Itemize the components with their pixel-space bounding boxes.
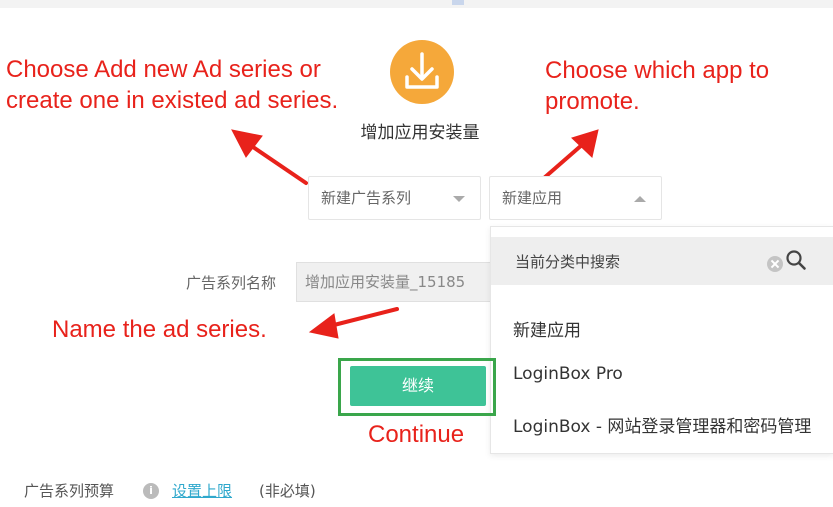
annotation-continue: Continue — [368, 421, 465, 448]
continue-button[interactable]: 继续 — [350, 366, 486, 406]
app-select-value: 新建应用 — [502, 189, 563, 207]
app-dropdown-panel: 当前分类中搜索 新建应用 LoginBox Pro LoginBox - 网站登… — [490, 226, 833, 454]
ad-series-name-label: 广告系列名称 — [186, 274, 277, 292]
optional-note: (非必填) — [259, 482, 316, 500]
annotation-name-series: Name the ad series. — [52, 316, 267, 343]
ad-series-name-input[interactable]: 增加应用安装量_15185 — [296, 262, 496, 302]
budget-label: 广告系列预算 — [24, 482, 115, 500]
ad-series-select[interactable]: 新建广告系列 — [308, 176, 481, 220]
ad-series-select-value: 新建广告系列 — [321, 189, 412, 207]
clear-icon[interactable] — [767, 256, 783, 272]
dropdown-option[interactable]: LoginBox Pro — [513, 364, 623, 384]
dropdown-option[interactable]: LoginBox - 网站登录管理器和密码管理 — [513, 412, 811, 437]
search-icon[interactable] — [785, 249, 807, 271]
annotation-line: promote. — [545, 88, 640, 115]
info-icon[interactable]: i — [143, 483, 159, 499]
set-limit-link[interactable]: 设置上限 — [172, 480, 232, 501]
app-select[interactable]: 新建应用 — [489, 176, 662, 220]
arrow-to-app-select — [542, 142, 585, 180]
annotation-line: Choose which app to — [545, 57, 770, 84]
annotation-line: Choose Add new Ad series or — [6, 56, 321, 83]
chevron-up-icon — [634, 196, 646, 202]
goal-title: 增加应用安装量 — [360, 123, 480, 143]
dropdown-search-input[interactable]: 当前分类中搜索 — [515, 251, 620, 272]
arrow-to-name-field — [328, 307, 399, 328]
download-icon — [390, 40, 454, 104]
scroll-indicator — [452, 0, 464, 5]
chevron-down-icon — [453, 196, 465, 202]
annotation-line: create one in existed ad series. — [6, 87, 339, 114]
dropdown-option[interactable]: 新建应用 — [513, 316, 581, 341]
annotation-choose-series: Choose Add new Ad series or create one i… — [6, 54, 338, 116]
card-top-edge — [0, 0, 833, 8]
annotation-choose-app: Choose which app to promote. — [545, 55, 769, 117]
arrow-to-series-select — [248, 143, 308, 185]
